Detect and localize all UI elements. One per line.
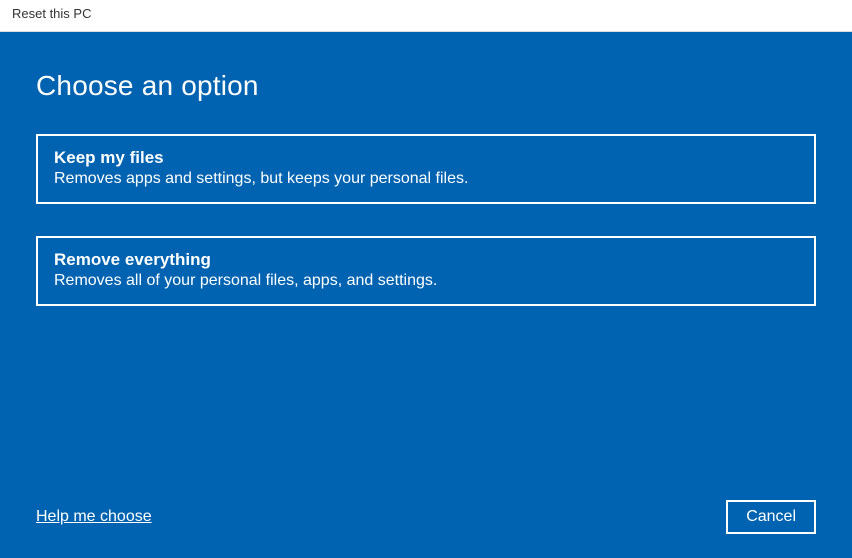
option-title: Remove everything [54, 250, 798, 270]
option-description: Removes all of your personal files, apps… [54, 272, 798, 290]
option-keep-my-files[interactable]: Keep my files Removes apps and settings,… [36, 134, 816, 204]
option-remove-everything[interactable]: Remove everything Removes all of your pe… [36, 236, 816, 306]
modal-body: Choose an option Keep my files Removes a… [0, 32, 852, 558]
title-bar: Reset this PC [0, 0, 852, 32]
window-title: Reset this PC [12, 6, 91, 21]
option-title: Keep my files [54, 148, 798, 168]
footer: Help me choose Cancel [36, 500, 816, 534]
cancel-button[interactable]: Cancel [726, 500, 816, 534]
option-description: Removes apps and settings, but keeps you… [54, 170, 798, 188]
page-heading: Choose an option [36, 70, 816, 102]
help-me-choose-link[interactable]: Help me choose [36, 508, 152, 526]
